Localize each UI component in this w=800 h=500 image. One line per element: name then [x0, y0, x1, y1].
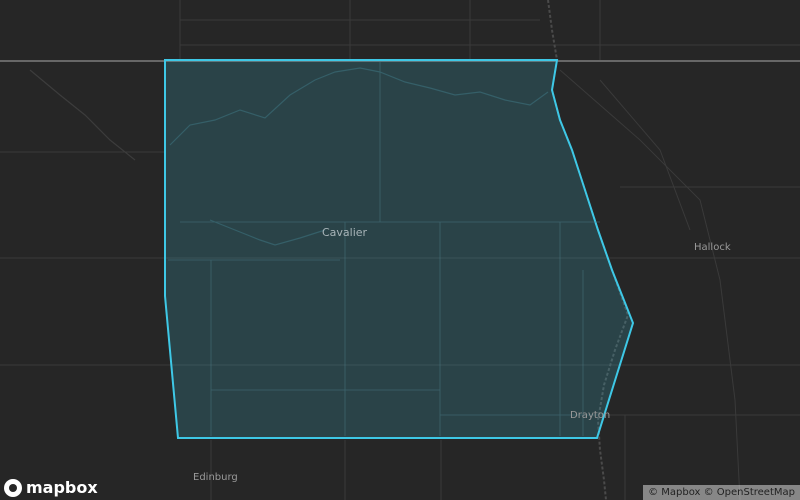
map-attribution: © Mapbox © OpenStreetMap [643, 485, 800, 500]
highlighted-county-region[interactable] [164, 59, 635, 439]
place-label-drayton: Drayton [570, 410, 611, 421]
mapbox-logo[interactable]: mapbox [4, 478, 98, 497]
attribution-osm-link[interactable]: © OpenStreetMap [704, 487, 795, 498]
map-layers [0, 0, 800, 500]
mapbox-logo-icon [4, 478, 22, 497]
mapbox-logo-text: mapbox [26, 478, 98, 497]
map-canvas[interactable]: Cavalier Hallock Drayton Edinburg mapbox… [0, 0, 800, 500]
place-label-cavalier: Cavalier [322, 226, 368, 239]
attribution-mapbox-link[interactable]: © Mapbox [648, 487, 700, 498]
creek [29, 69, 136, 161]
place-label-edinburg: Edinburg [193, 472, 238, 483]
place-label-hallock: Hallock [694, 242, 731, 253]
